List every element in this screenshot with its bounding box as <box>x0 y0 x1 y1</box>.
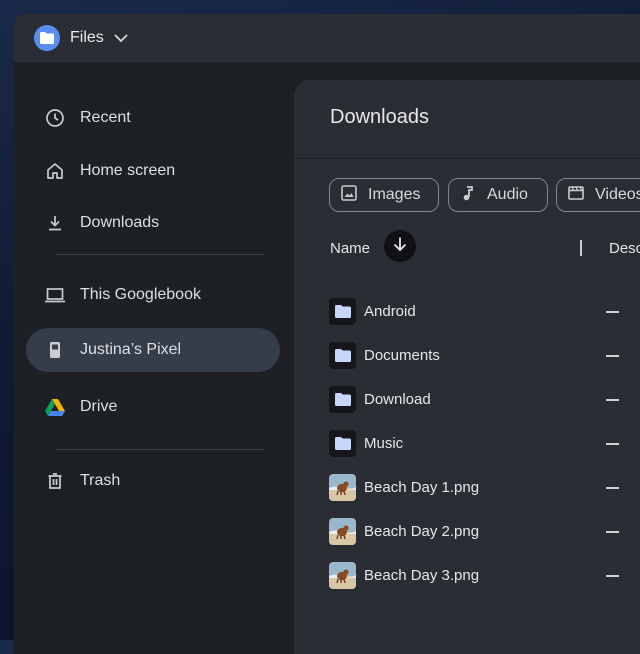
chevron-down-icon[interactable] <box>114 33 128 43</box>
column-header-name[interactable]: Name <box>330 240 370 257</box>
file-name: Beach Day 1.png <box>364 479 480 496</box>
image-icon <box>340 184 358 207</box>
file-name: Beach Day 2.png <box>364 523 480 540</box>
files-window: Files Recent Home screen Downloads This … <box>14 14 640 654</box>
video-icon <box>567 184 585 207</box>
sidebar-item-recent[interactable]: Recent <box>26 96 280 140</box>
file-description-empty <box>606 487 619 489</box>
folder-icon <box>34 25 60 51</box>
laptop-icon <box>44 284 66 306</box>
file-description-empty <box>606 311 619 313</box>
file-name: Documents <box>364 347 440 364</box>
header-divider <box>294 158 640 159</box>
file-description-empty <box>606 355 619 357</box>
file-name: Beach Day 3.png <box>364 567 480 584</box>
sidebar-divider <box>56 254 264 255</box>
file-row[interactable]: Download <box>329 386 640 414</box>
sidebar-item-label: Drive <box>80 398 118 415</box>
file-description-empty <box>606 531 619 533</box>
image-thumbnail <box>329 518 356 545</box>
folder-icon <box>329 430 356 457</box>
file-row[interactable]: Beach Day 2.png <box>329 518 640 546</box>
page-title: Downloads <box>330 106 429 128</box>
file-row[interactable]: Music <box>329 430 640 458</box>
file-description-empty <box>606 399 619 401</box>
sidebar: Recent Home screen Downloads This Google… <box>14 62 294 654</box>
sidebar-item-label: Home screen <box>80 162 176 179</box>
file-description-empty <box>606 443 619 445</box>
sidebar-item-this-googlebook[interactable]: This Googlebook <box>26 273 280 317</box>
arrow-down-icon <box>393 236 407 257</box>
sidebar-item-downloads[interactable]: Downloads <box>26 201 280 245</box>
filter-chip-label: Videos <box>595 186 640 203</box>
title-bar: Files <box>14 14 640 62</box>
sidebar-item-trash[interactable]: Trash <box>26 459 280 503</box>
image-thumbnail <box>329 562 356 589</box>
sidebar-item-home-screen[interactable]: Home screen <box>26 149 280 193</box>
column-resize-handle[interactable] <box>580 240 582 256</box>
sidebar-divider <box>56 449 264 450</box>
sort-direction-button[interactable] <box>384 230 416 262</box>
folder-icon <box>329 298 356 325</box>
sidebar-item-label: Recent <box>80 109 131 126</box>
file-row[interactable]: Beach Day 3.png <box>329 562 640 590</box>
filter-chip-images[interactable]: Images <box>329 178 439 212</box>
sidebar-item-label: Downloads <box>80 214 160 231</box>
phone-icon <box>44 339 66 361</box>
folder-icon <box>329 342 356 369</box>
file-row[interactable]: Android <box>329 298 640 326</box>
file-name: Download <box>364 391 431 408</box>
app-title[interactable]: Files <box>70 29 104 47</box>
sidebar-item-justinas-pixel[interactable]: Justina’s Pixel <box>26 328 280 372</box>
file-row[interactable]: Documents <box>329 342 640 370</box>
column-header-description[interactable]: Desc <box>609 240 640 257</box>
sidebar-item-label: Trash <box>80 472 121 489</box>
clock-icon <box>44 107 66 129</box>
music-note-icon <box>459 184 477 207</box>
file-row[interactable]: Beach Day 1.png <box>329 474 640 502</box>
image-thumbnail <box>329 474 356 501</box>
file-list-panel: Downloads Images Audio Videos Name Desc … <box>294 80 640 654</box>
filter-chip-videos[interactable]: Videos <box>556 178 640 212</box>
home-icon <box>44 160 66 182</box>
download-icon <box>44 212 66 234</box>
filter-chip-label: Audio <box>487 186 528 203</box>
filter-chip-audio[interactable]: Audio <box>448 178 548 212</box>
filter-chip-label: Images <box>368 186 421 203</box>
file-description-empty <box>606 575 619 577</box>
drive-icon <box>44 396 66 418</box>
file-name: Music <box>364 435 404 452</box>
folder-icon <box>329 386 356 413</box>
file-name: Android <box>364 303 416 320</box>
sidebar-item-drive[interactable]: Drive <box>26 385 280 429</box>
trash-icon <box>44 470 66 492</box>
sidebar-item-label: Justina’s Pixel <box>80 341 182 358</box>
sidebar-item-label: This Googlebook <box>80 286 201 303</box>
